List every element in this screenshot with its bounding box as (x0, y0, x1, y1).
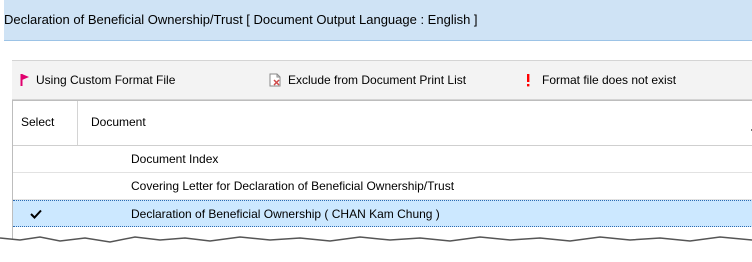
legend-exclude-print-label: Exclude from Document Print List (288, 73, 467, 87)
red-flag-icon (20, 73, 30, 87)
legend-format-missing: Format file does not exist (524, 71, 676, 89)
checkmark-icon[interactable] (29, 207, 43, 221)
table-row-selected[interactable]: Declaration of Beneficial Ownership ( CH… (13, 200, 752, 227)
document-selection-window: Declaration of Beneficial Ownership/Trus… (4, 0, 752, 262)
legend-custom-format-label: Using Custom Format File (36, 73, 176, 87)
exclamation-icon (524, 73, 532, 87)
table-row[interactable]: Document Index (13, 146, 752, 173)
column-divider[interactable] (77, 101, 78, 145)
document-name: Covering Letter for Declaration of Benef… (131, 179, 455, 193)
legend-custom-format: Using Custom Format File (20, 71, 175, 89)
table-row[interactable]: Covering Letter for Declaration of Benef… (13, 173, 752, 200)
document-name: Document Index (131, 152, 219, 166)
legend-format-missing-label: Format file does not exist (542, 73, 677, 87)
torn-edge-decoration (0, 236, 752, 262)
legend-bar: Using Custom Format File Exclude from Do… (12, 60, 752, 100)
excluded-document-icon (268, 73, 282, 87)
grid-header: Select Document (13, 101, 752, 146)
column-header-document[interactable]: Document (91, 115, 146, 129)
column-header-select[interactable]: Select (21, 115, 54, 129)
window-titlebar: Declaration of Beneficial Ownership/Trus… (4, 0, 752, 41)
legend-exclude-print: Exclude from Document Print List (268, 71, 466, 89)
document-name: Declaration of Beneficial Ownership ( CH… (131, 207, 440, 221)
window-title: Declaration of Beneficial Ownership/Trus… (4, 12, 478, 27)
